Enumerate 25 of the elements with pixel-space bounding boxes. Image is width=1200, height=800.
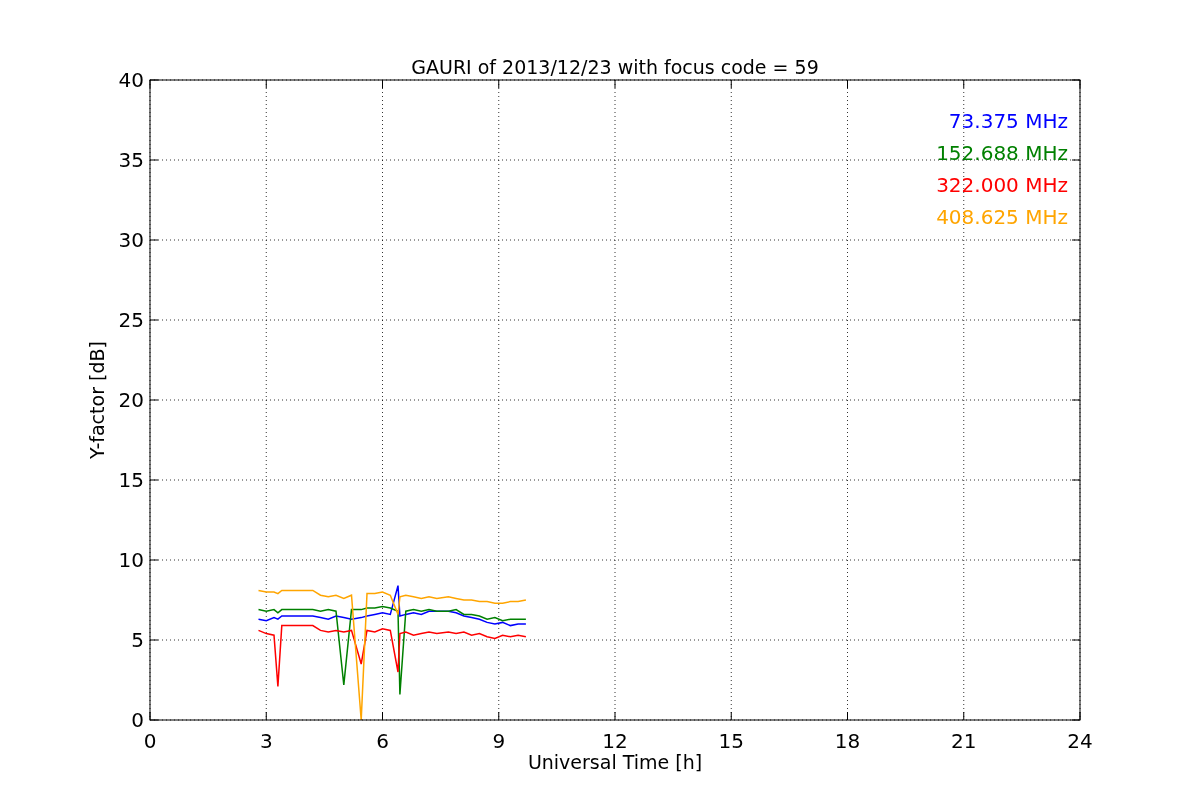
- x-tick-label: 6: [376, 729, 389, 753]
- x-tick-label: 0: [143, 729, 157, 753]
- y-tick-label: 20: [118, 388, 144, 412]
- legend-label: 73.375 MHz: [948, 109, 1068, 133]
- x-tick-label: 9: [492, 729, 506, 753]
- x-tick-label: 3: [259, 729, 273, 753]
- y-tick-label: 0: [131, 708, 144, 732]
- y-tick-label: 10: [118, 548, 144, 572]
- y-tick-label: 15: [118, 468, 144, 492]
- legend-label: 408.625 MHz: [936, 205, 1068, 229]
- legend-label: 322.000 MHz: [936, 173, 1068, 197]
- x-tick-label: 15: [718, 729, 744, 753]
- y-tick-label: 40: [118, 68, 144, 92]
- y-tick-label: 25: [118, 308, 144, 332]
- x-tick-label: 18: [834, 729, 861, 753]
- x-tick-label: 24: [1067, 729, 1093, 753]
- x-tick-label: 21: [951, 729, 977, 753]
- y-tick-label: 5: [131, 628, 144, 652]
- y-tick-label: 30: [118, 228, 144, 252]
- y-axis-label: Y-factor [dB]: [86, 341, 108, 459]
- y-tick-label: 35: [118, 148, 144, 172]
- chart-title: GAURI of 2013/12/23 with focus code = 59: [411, 56, 819, 78]
- x-axis-label: Universal Time [h]: [527, 751, 703, 773]
- x-tick-label: 12: [602, 729, 628, 753]
- legend-label: 152.688 MHz: [936, 141, 1068, 165]
